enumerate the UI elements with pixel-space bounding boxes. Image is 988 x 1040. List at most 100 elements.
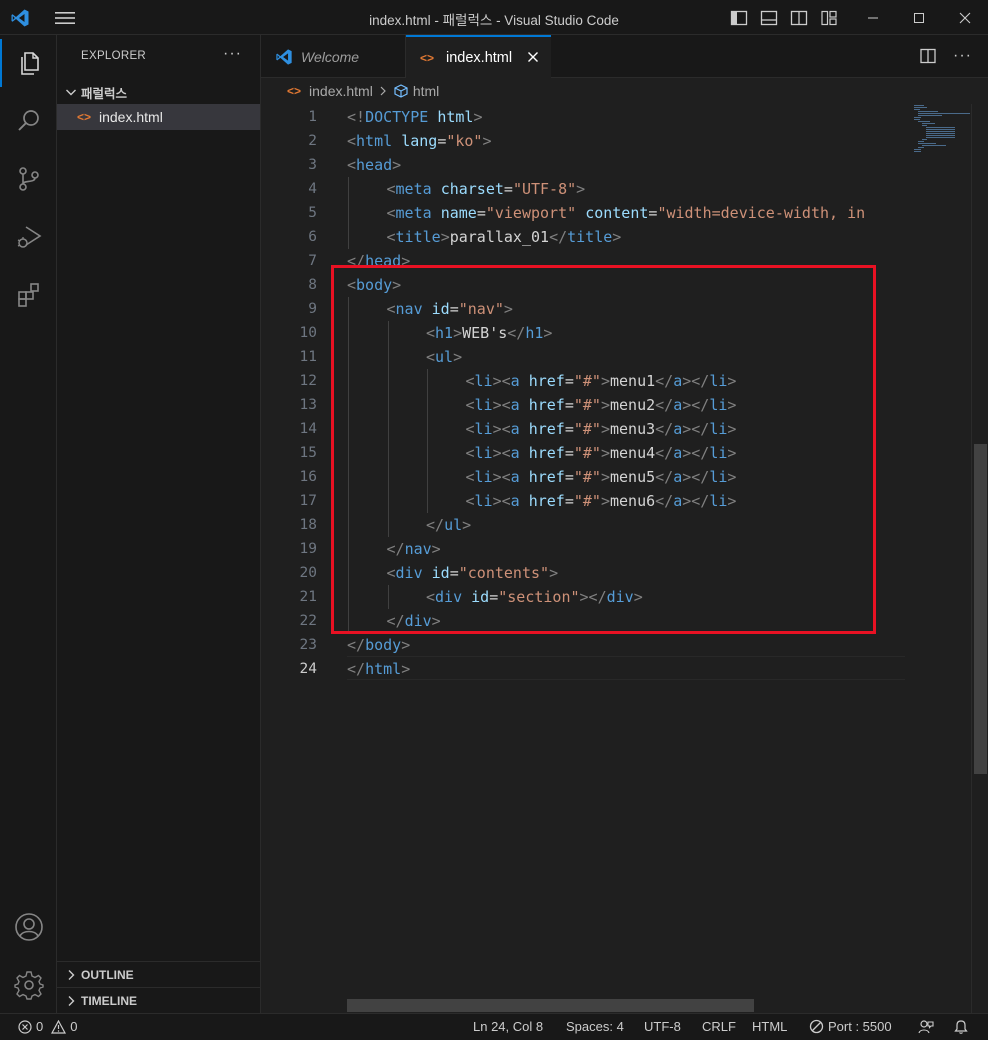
folder-row[interactable]: 패럴럭스 (57, 81, 260, 103)
tab-index-html[interactable]: <> index.html (406, 35, 551, 79)
code-token: meta (395, 180, 432, 198)
toggle-panel-icon[interactable] (760, 9, 778, 27)
code-line: <title>parallax_01</title> (387, 225, 622, 249)
tab-welcome[interactable]: Welcome (261, 35, 406, 78)
code-token: body (365, 636, 402, 654)
code-token: html (356, 132, 393, 150)
customize-layout-icon[interactable] (820, 9, 838, 27)
activity-search[interactable] (0, 97, 57, 145)
code-token: = (503, 180, 513, 198)
chevron-down-icon (66, 89, 76, 96)
notifications-button[interactable] (953, 1019, 969, 1035)
line-number: 9 (308, 301, 317, 317)
tab-label: index.html (446, 50, 513, 66)
code-token: > (440, 228, 450, 246)
horizontal-scrollbar-thumb[interactable] (347, 999, 754, 1012)
manage-gear-icon (13, 971, 44, 1000)
code-line: </html> (347, 657, 410, 681)
code-token: </ (347, 636, 366, 654)
more-actions-button[interactable]: ··· (223, 45, 242, 63)
maximize-button[interactable] (896, 0, 942, 35)
line-number: 8 (308, 277, 317, 293)
activity-run-debug[interactable] (0, 213, 57, 261)
breadcrumb-file[interactable]: index.html (309, 83, 373, 99)
more-actions-icon[interactable]: ··· (953, 47, 972, 65)
close-window-button[interactable] (942, 0, 988, 35)
code-token: > (482, 132, 492, 150)
timeline-label: TIMELINE (81, 994, 137, 1008)
code-token: > (473, 108, 483, 126)
code-token: < (386, 204, 396, 222)
indentation-status[interactable]: Spaces: 4 (566, 1019, 624, 1034)
source-control-icon (18, 167, 39, 191)
code-line: <head> (347, 153, 401, 177)
minimize-button[interactable] (850, 0, 896, 35)
breadcrumb: <> index.html html (261, 78, 901, 104)
toggle-primary-sidebar-icon[interactable] (730, 9, 748, 27)
activity-explorer[interactable] (0, 39, 57, 87)
eol-status[interactable]: CRLF (702, 1019, 736, 1034)
explorer-icon (20, 52, 39, 75)
file-item-index-html[interactable]: <> index.html (57, 104, 260, 130)
code-token: parallax_01 (449, 228, 550, 246)
chevron-right-icon (380, 86, 386, 96)
line-number: 1 (308, 109, 317, 125)
code-token: html (437, 108, 474, 126)
line-number: 12 (299, 373, 317, 389)
bell-icon (954, 1020, 968, 1034)
timeline-section[interactable]: TIMELINE (57, 987, 260, 1014)
problems-status[interactable]: 0 0 (18, 1019, 77, 1034)
code-token: meta (395, 204, 432, 222)
code-token: </ (347, 660, 366, 678)
line-number: 17 (299, 493, 317, 509)
activity-extensions[interactable] (0, 271, 57, 319)
split-editor-icon[interactable] (919, 47, 937, 65)
live-server-icon (809, 1019, 824, 1034)
outline-section[interactable]: OUTLINE (57, 961, 260, 988)
code-token: < (347, 132, 357, 150)
code-token: name (440, 204, 477, 222)
close-icon (959, 12, 971, 23)
warning-icon (51, 1019, 67, 1034)
folder-name: 패럴럭스 (81, 86, 128, 101)
code-token: "ko" (446, 132, 483, 150)
code-token: DOCTYPE (365, 108, 429, 126)
vertical-scrollbar[interactable] (971, 104, 988, 1013)
feedback-icon (918, 1020, 934, 1034)
code-token: "UTF-8" (512, 180, 577, 198)
vscode-welcome-icon (275, 48, 293, 66)
toggle-secondary-sidebar-icon[interactable] (790, 9, 808, 27)
line-number: 18 (299, 517, 317, 533)
code-token: </ (549, 228, 568, 246)
live-server-status[interactable]: Port : 5500 (809, 1019, 892, 1034)
line-number: 15 (299, 445, 317, 461)
code-line: </body> (347, 633, 410, 657)
activity-manage[interactable] (0, 961, 57, 1009)
line-number: 4 (308, 181, 317, 197)
cursor-position[interactable]: Ln 24, Col 8 (473, 1019, 543, 1034)
close-tab-icon[interactable] (525, 49, 541, 65)
code-token: lang (401, 132, 438, 150)
breadcrumb-symbol[interactable]: html (413, 83, 439, 99)
vertical-scrollbar-thumb[interactable] (974, 444, 987, 774)
line-number: 14 (299, 421, 317, 437)
code-line: <!DOCTYPE html> (347, 105, 482, 129)
activity-source-control[interactable] (0, 155, 57, 203)
line-number: 3 (308, 157, 317, 173)
encoding-status[interactable]: UTF-8 (644, 1019, 681, 1034)
current-line-highlight (347, 656, 905, 680)
sidebar-title: EXPLORER (81, 50, 147, 62)
code-token: title (567, 228, 613, 246)
indent-guide (348, 177, 349, 249)
feedback-button[interactable] (918, 1019, 934, 1035)
language-mode[interactable]: HTML (752, 1019, 787, 1034)
line-number: 16 (299, 469, 317, 485)
extensions-icon (17, 283, 39, 307)
minimap[interactable] (905, 104, 971, 1013)
code-token: title (395, 228, 441, 246)
error-icon (18, 1019, 32, 1034)
code-token: content (585, 204, 649, 222)
activity-accounts[interactable] (0, 903, 57, 951)
